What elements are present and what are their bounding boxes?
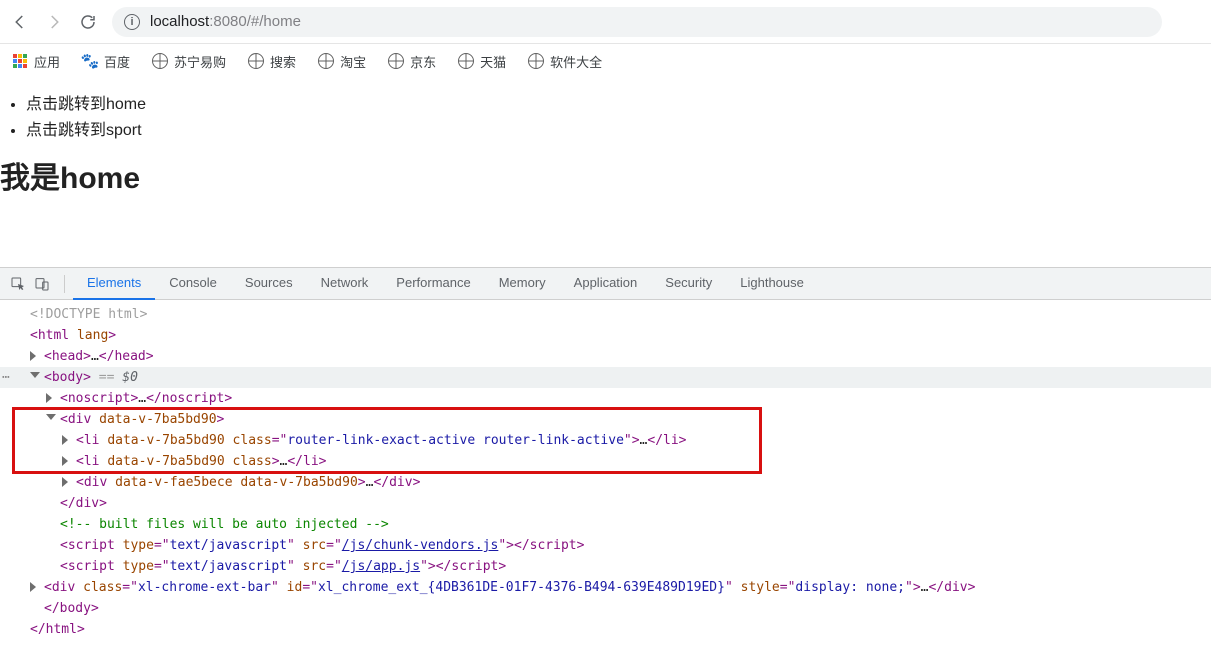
nav-list: 点击跳转到home 点击跳转到sport: [0, 92, 1211, 143]
dom-line[interactable]: <!-- built files will be auto injected -…: [0, 514, 1211, 535]
bookmark-tmall[interactable]: 天猫: [458, 52, 506, 71]
dom-line[interactable]: <div class="xl-chrome-ext-bar" id="xl_ch…: [0, 577, 1211, 598]
dom-line[interactable]: <noscript>…</noscript>: [0, 388, 1211, 409]
bookmark-suning[interactable]: 苏宁易购: [152, 52, 226, 71]
dom-line[interactable]: <div data-v-fae5bece data-v-7ba5bd90>…</…: [0, 472, 1211, 493]
expand-icon[interactable]: [30, 582, 36, 592]
globe-icon: [388, 53, 404, 69]
tab-lighthouse[interactable]: Lighthouse: [726, 268, 818, 300]
dom-line[interactable]: </body>: [0, 598, 1211, 619]
globe-icon: [458, 53, 474, 69]
tab-sources[interactable]: Sources: [231, 268, 307, 300]
dom-line-selected[interactable]: <body> == $0: [0, 367, 1211, 388]
globe-icon: [318, 53, 334, 69]
bookmark-label: 百度: [104, 52, 130, 71]
apps-label: 应用: [34, 52, 60, 71]
dom-line[interactable]: </div>: [0, 493, 1211, 514]
globe-icon: [248, 53, 264, 69]
dom-line[interactable]: <head>…</head>: [0, 346, 1211, 367]
bookmark-label: 淘宝: [340, 52, 366, 71]
collapse-icon[interactable]: [46, 414, 56, 420]
tab-elements[interactable]: Elements: [73, 268, 155, 300]
back-icon[interactable]: [10, 12, 30, 32]
device-toggle-icon[interactable]: [32, 274, 52, 294]
globe-icon: [152, 53, 168, 69]
reload-icon[interactable]: [78, 12, 98, 32]
bookmark-label: 苏宁易购: [174, 52, 226, 71]
separator: [64, 275, 65, 293]
dom-line[interactable]: <li data-v-7ba5bd90 class="router-link-e…: [0, 430, 1211, 451]
dom-line[interactable]: </html>: [0, 619, 1211, 640]
devtools-tabs: Elements Console Sources Network Perform…: [0, 268, 1211, 300]
bookmark-software[interactable]: 软件大全: [528, 52, 602, 71]
expand-icon[interactable]: [30, 351, 36, 361]
bookmarks-bar: 应用 🐾 百度 苏宁易购 搜索 淘宝 京东 天猫 软件大全: [0, 44, 1211, 78]
bookmark-search[interactable]: 搜索: [248, 52, 296, 71]
apps-button[interactable]: 应用: [12, 52, 60, 71]
forward-icon[interactable]: [44, 12, 64, 32]
tab-performance[interactable]: Performance: [382, 268, 484, 300]
bookmark-baidu[interactable]: 🐾 百度: [82, 52, 130, 71]
elements-tree[interactable]: <!DOCTYPE html> <html lang> <head>…</hea…: [0, 300, 1211, 650]
dom-line[interactable]: <html lang>: [0, 325, 1211, 346]
site-info-icon[interactable]: i: [124, 14, 140, 30]
bookmark-label: 京东: [410, 52, 436, 71]
page-content: 点击跳转到home 点击跳转到sport 我是home: [0, 78, 1211, 197]
nav-link-sport[interactable]: 点击跳转到sport: [26, 118, 1211, 144]
dom-line[interactable]: <div data-v-7ba5bd90>: [0, 409, 1211, 430]
tab-memory[interactable]: Memory: [485, 268, 560, 300]
bookmark-taobao[interactable]: 淘宝: [318, 52, 366, 71]
expand-icon[interactable]: [62, 477, 68, 487]
dom-line[interactable]: <!DOCTYPE html>: [0, 304, 1211, 325]
dom-line[interactable]: <li data-v-7ba5bd90 class>…</li>: [0, 451, 1211, 472]
page-heading: 我是home: [0, 153, 1211, 197]
apps-icon: [12, 53, 28, 69]
tab-network[interactable]: Network: [307, 268, 383, 300]
browser-nav-bar: i localhost:8080/#/home: [0, 0, 1211, 44]
baidu-icon: 🐾: [82, 53, 98, 69]
tab-console[interactable]: Console: [155, 268, 231, 300]
tab-security[interactable]: Security: [651, 268, 726, 300]
bookmark-label: 软件大全: [550, 52, 602, 71]
tab-application[interactable]: Application: [560, 268, 652, 300]
dom-line[interactable]: <script type="text/javascript" src="/js/…: [0, 556, 1211, 577]
expand-icon[interactable]: [46, 393, 52, 403]
url-text: localhost:8080/#/home: [150, 13, 301, 30]
bookmark-label: 天猫: [480, 52, 506, 71]
inspect-icon[interactable]: [8, 274, 28, 294]
expand-icon[interactable]: [62, 456, 68, 466]
collapse-icon[interactable]: [30, 372, 40, 378]
globe-icon: [528, 53, 544, 69]
devtools-panel: Elements Console Sources Network Perform…: [0, 267, 1211, 650]
nav-link-home[interactable]: 点击跳转到home: [26, 92, 1211, 118]
dom-line[interactable]: <script type="text/javascript" src="/js/…: [0, 535, 1211, 556]
bookmark-label: 搜索: [270, 52, 296, 71]
expand-icon[interactable]: [62, 435, 68, 445]
bookmark-jd[interactable]: 京东: [388, 52, 436, 71]
address-bar[interactable]: i localhost:8080/#/home: [112, 7, 1162, 37]
